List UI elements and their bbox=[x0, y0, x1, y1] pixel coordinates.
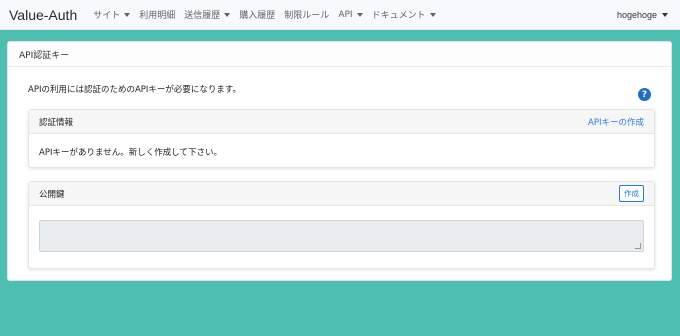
nav-item-label: ドキュメント bbox=[371, 11, 426, 21]
nav-item-label: サイト bbox=[93, 11, 121, 21]
auth-info-title: 認証情報 bbox=[39, 117, 74, 128]
nav-item-usage-details[interactable]: 利用明細 bbox=[139, 8, 175, 21]
auth-info-header: 認証情報 APIキーの作成 bbox=[29, 110, 654, 134]
nav-item-site[interactable]: サイト bbox=[93, 8, 131, 21]
nav-item-restriction-rules[interactable]: 制限ルール bbox=[284, 8, 329, 21]
nav-item-documents[interactable]: ドキュメント bbox=[372, 8, 436, 21]
card-header: API認証キー bbox=[8, 42, 671, 67]
auth-info-card: 認証情報 APIキーの作成 APIキーがありません。新しく作成して下さい。 bbox=[28, 109, 655, 168]
user-name: hogehoge bbox=[616, 10, 657, 20]
nav-item-label: 送信履歴 bbox=[184, 11, 221, 21]
caret-down-icon bbox=[356, 12, 363, 17]
page-title: API認証キー bbox=[19, 50, 70, 61]
auth-info-message: APIキーがありません。新しく作成して下さい。 bbox=[39, 148, 222, 158]
nav-item-purchase-history[interactable]: 購入履歴 bbox=[239, 8, 275, 21]
create-api-key-link[interactable]: APIキーの作成 bbox=[588, 116, 644, 128]
api-key-card: API認証キー APIの利用には認証のためのAPIキーが必要になります。 ? 認… bbox=[7, 41, 672, 281]
nav-item-api[interactable]: API bbox=[338, 9, 363, 20]
nav-item-label: 購入履歴 bbox=[239, 11, 276, 21]
nav-item-send-history[interactable]: 送信履歴 bbox=[184, 8, 231, 21]
public-key-header: 公開鍵 作成 bbox=[29, 182, 654, 206]
public-key-title: 公開鍵 bbox=[39, 189, 65, 200]
top-navbar: Value-Auth サイト 利用明細 送信履歴 購入履歴 制限ルール API … bbox=[0, 0, 680, 30]
brand-logo[interactable]: Value-Auth bbox=[9, 7, 77, 23]
caret-down-icon bbox=[224, 12, 231, 17]
caret-down-icon bbox=[124, 12, 131, 17]
public-key-textarea[interactable] bbox=[39, 220, 644, 252]
create-button[interactable]: 作成 bbox=[619, 185, 644, 202]
nav-item-label: API bbox=[338, 9, 353, 20]
caret-down-icon bbox=[662, 13, 668, 17]
caret-down-icon bbox=[429, 12, 436, 17]
public-key-card: 公開鍵 作成 bbox=[28, 181, 655, 269]
user-menu[interactable]: hogehoge bbox=[617, 0, 668, 30]
nav-item-label: 利用明細 bbox=[139, 11, 176, 21]
intro-text: APIの利用には認証のためのAPIキーが必要になります。 bbox=[28, 85, 242, 95]
nav-item-label: 制限ルール bbox=[284, 11, 330, 21]
resize-grip-icon[interactable] bbox=[635, 243, 641, 249]
question-circle-icon[interactable]: ? bbox=[638, 88, 651, 101]
